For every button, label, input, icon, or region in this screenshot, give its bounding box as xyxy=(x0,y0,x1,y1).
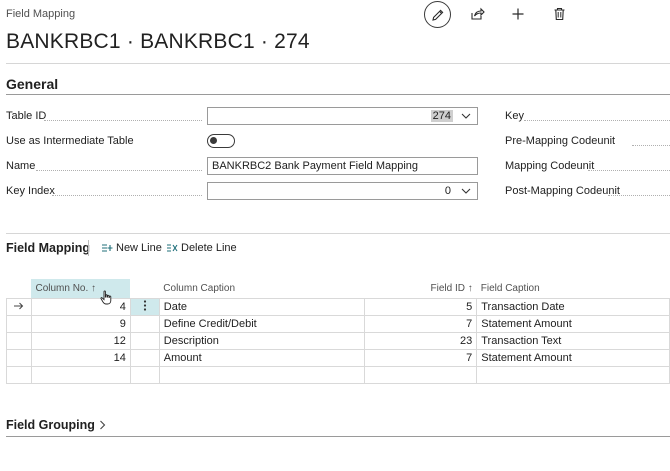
general-section-heading[interactable]: General xyxy=(6,76,58,92)
table-id-label: Table ID xyxy=(6,110,47,122)
field-caption-header-label: Field Caption xyxy=(480,282,540,294)
name-field[interactable]: BANKRBC2 Bank Payment Field Mapping xyxy=(207,157,478,175)
use-intermediate-toggle[interactable] xyxy=(207,134,235,148)
hand-cursor-icon xyxy=(100,290,112,305)
arrow-right-icon xyxy=(14,302,24,309)
field-id-header-label: Field ID ↑ xyxy=(430,282,473,294)
share-icon xyxy=(470,7,485,20)
more-vertical-icon xyxy=(143,299,146,311)
field-id-cell[interactable] xyxy=(364,365,478,384)
leader-dots xyxy=(588,169,670,171)
chevron-down-icon[interactable] xyxy=(461,113,471,119)
field-mapping-heading[interactable]: Field Mapping xyxy=(6,241,90,255)
empty-new-row[interactable] xyxy=(6,365,670,384)
column-no-cell[interactable]: 14 xyxy=(30,348,131,367)
key-label: Key xyxy=(505,110,524,122)
general-divider xyxy=(6,94,670,95)
mapping-label: Mapping Codeunit xyxy=(505,160,595,172)
key-index-field[interactable]: 0 xyxy=(207,182,478,200)
new-line-icon xyxy=(102,243,113,252)
column-no-cell[interactable]: 12 xyxy=(30,331,131,350)
leader-dots xyxy=(44,119,202,121)
field-caption-header[interactable]: Field Caption xyxy=(477,279,670,298)
name-label: Name xyxy=(6,160,36,172)
delete-line-icon xyxy=(167,243,178,252)
column-no-header[interactable]: Column No. ↑ xyxy=(31,279,131,298)
table-id-value: 274 xyxy=(430,110,453,122)
leader-dots xyxy=(36,169,202,171)
page-caption: Field Mapping xyxy=(6,8,76,20)
field-caption-cell[interactable]: Transaction Text xyxy=(476,331,670,350)
new-button[interactable] xyxy=(505,1,531,27)
pre-mapping-label: Pre-Mapping Codeunit xyxy=(505,135,616,147)
pencil-icon xyxy=(431,9,443,21)
row-indicator[interactable] xyxy=(6,314,32,333)
leader-dots xyxy=(632,144,670,146)
row-indicator[interactable] xyxy=(6,365,32,384)
column-no-cell[interactable]: 9 xyxy=(30,314,131,333)
leader-dots xyxy=(608,194,670,196)
row-menu-cell xyxy=(129,365,160,384)
chevron-right-icon xyxy=(100,420,106,430)
chevron-down-icon[interactable] xyxy=(461,188,471,194)
use-intermediate-label: Use as Intermediate Table xyxy=(6,135,134,147)
leader-dots xyxy=(524,119,670,121)
post-mapping-label: Post-Mapping Codeunit xyxy=(505,185,620,197)
row-menu-cell xyxy=(129,314,160,333)
row-indicator[interactable] xyxy=(6,331,32,350)
delete-line-label: Delete Line xyxy=(181,242,237,254)
key-index-label: Key Index xyxy=(6,185,55,197)
delete-line-button[interactable]: Delete Line xyxy=(166,242,237,254)
column-caption-cell[interactable]: Description xyxy=(158,331,366,350)
leader-dots xyxy=(52,194,202,196)
table-id-field[interactable]: 274 xyxy=(207,107,478,125)
column-no-cell[interactable]: 4 xyxy=(30,297,131,316)
new-line-label: New Line xyxy=(116,242,162,254)
table-row[interactable]: 12 Description 23 Transaction Text xyxy=(6,331,670,350)
field-grouping-divider xyxy=(6,436,670,437)
toggle-knob xyxy=(210,137,217,144)
field-id-cell[interactable]: 5 xyxy=(364,297,478,316)
table-row[interactable]: 9 Define Credit/Debit 7 Statement Amount xyxy=(6,314,670,333)
row-menu-button[interactable] xyxy=(129,297,160,316)
key-index-value: 0 xyxy=(444,185,451,197)
name-value: BANKRBC2 Bank Payment Field Mapping xyxy=(212,160,419,172)
header-divider xyxy=(6,63,670,64)
toolbar-separator xyxy=(88,240,89,256)
row-indicator-header xyxy=(7,279,32,298)
column-caption-cell[interactable] xyxy=(158,365,366,384)
field-grouping-label: Field Grouping xyxy=(6,418,95,432)
row-indicator[interactable] xyxy=(6,297,32,316)
field-id-header[interactable]: Field ID ↑ xyxy=(365,279,477,298)
plus-icon xyxy=(512,8,524,20)
column-no-header-label: Column No. ↑ xyxy=(35,282,97,294)
row-indicator[interactable] xyxy=(6,348,32,367)
column-caption-header-label: Column Caption xyxy=(163,282,236,294)
row-menu-header xyxy=(130,279,159,298)
edit-button[interactable] xyxy=(424,1,451,28)
field-id-cell[interactable]: 7 xyxy=(364,314,478,333)
column-caption-header[interactable]: Column Caption xyxy=(159,279,365,298)
share-button[interactable] xyxy=(464,1,490,27)
row-menu-cell xyxy=(129,331,160,350)
row-menu-cell xyxy=(129,348,160,367)
field-caption-cell[interactable]: Statement Amount xyxy=(476,314,670,333)
field-caption-cell[interactable] xyxy=(476,365,670,384)
column-caption-cell[interactable]: Amount xyxy=(158,348,366,367)
column-caption-cell[interactable]: Define Credit/Debit xyxy=(158,314,366,333)
column-caption-cell[interactable]: Date xyxy=(158,297,366,316)
table-row[interactable]: 14 Amount 7 Statement Amount xyxy=(6,348,670,367)
column-no-cell[interactable] xyxy=(30,365,131,384)
field-id-cell[interactable]: 7 xyxy=(364,348,478,367)
delete-button[interactable] xyxy=(546,1,572,27)
page-title: BANKRBC1 · BANKRBC1 · 274 xyxy=(6,30,310,53)
field-mapping-top-divider xyxy=(6,233,670,234)
field-grouping-heading[interactable]: Field Grouping xyxy=(6,418,106,432)
field-caption-cell[interactable]: Statement Amount xyxy=(476,348,670,367)
field-id-cell[interactable]: 23 xyxy=(364,331,478,350)
trash-icon xyxy=(554,7,564,21)
field-caption-cell[interactable]: Transaction Date xyxy=(476,297,670,316)
new-line-button[interactable]: New Line xyxy=(101,242,162,254)
